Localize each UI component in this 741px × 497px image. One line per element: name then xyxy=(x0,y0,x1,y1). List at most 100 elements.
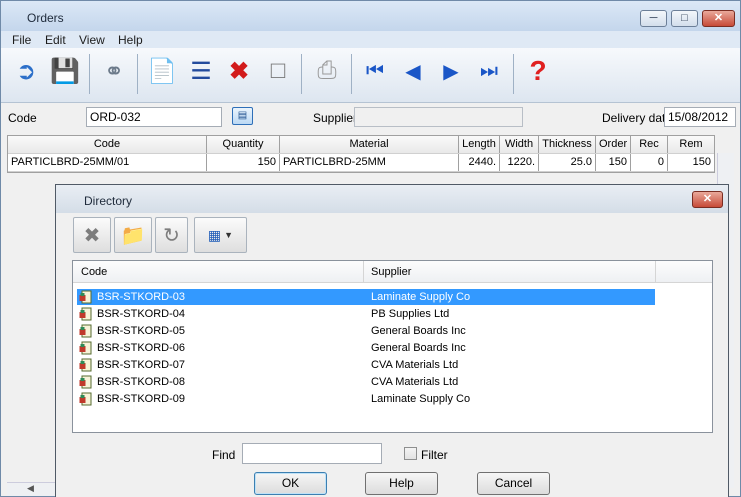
cancel-button[interactable]: Cancel xyxy=(477,472,550,495)
cell-material[interactable]: PARTICLBRD-25MM xyxy=(280,154,459,171)
stock-order-icon xyxy=(79,290,93,304)
cell-length[interactable]: 2440. xyxy=(459,154,500,171)
grid-view-icon: ▦ xyxy=(207,226,222,243)
title-bar: Orders ─ □ ✕ xyxy=(1,1,740,31)
ok-button[interactable]: OK xyxy=(254,472,327,495)
first-icon[interactable]: ⏮ xyxy=(359,54,391,88)
delivery-date-field[interactable]: 15/08/2012 xyxy=(664,107,736,127)
item-code: BSR-STKORD-08 xyxy=(97,376,186,388)
list-item[interactable]: BSR-STKORD-09 Laminate Supply Co xyxy=(77,391,655,407)
grid-header: Code Quantity Material Length Width Thic… xyxy=(8,136,714,154)
directory-list: Code Supplier BSR-STKORD-03 Laminate Supp… xyxy=(72,260,713,433)
find-label: Find xyxy=(212,448,236,462)
list-item[interactable]: BSR-STKORD-04 PB Supplies Ltd xyxy=(77,306,655,322)
previous-icon[interactable]: ◀ xyxy=(397,54,429,88)
column-header-thickness[interactable]: Thickness xyxy=(539,136,596,153)
find-input[interactable] xyxy=(242,443,382,464)
toolbar-separator xyxy=(513,54,514,94)
supplier-field[interactable] xyxy=(354,107,523,127)
menu-view[interactable]: View xyxy=(79,33,105,47)
list-column-supplier[interactable]: Supplier xyxy=(371,266,411,278)
item-supplier: Laminate Supply Co xyxy=(371,393,471,405)
order-lines-grid: Code Quantity Material Length Width Thic… xyxy=(7,135,715,173)
print-icon[interactable]: ⎙ xyxy=(311,54,343,88)
help-button[interactable]: Help xyxy=(365,472,438,495)
exit-icon[interactable]: ➲ xyxy=(10,54,42,88)
menu-help[interactable]: Help xyxy=(118,33,143,47)
cell-code[interactable]: PARTICLBRD-25MM/01 xyxy=(8,154,207,171)
cell-thickness[interactable]: 25.0 xyxy=(539,154,596,171)
save-icon[interactable]: 💾 xyxy=(49,54,81,88)
stock-order-icon xyxy=(79,341,93,355)
last-icon[interactable]: ⏭ xyxy=(473,54,505,88)
list-item[interactable]: BSR-STKORD-07 CVA Materials Ltd xyxy=(77,357,655,373)
cell-order[interactable]: 150 xyxy=(596,154,631,171)
help-icon[interactable]: ? xyxy=(522,54,554,88)
toolbar-separator xyxy=(351,54,352,94)
cell-rem[interactable]: 150 xyxy=(668,154,714,171)
menu-edit[interactable]: Edit xyxy=(45,33,66,47)
stock-order-icon xyxy=(79,307,93,321)
toolbar-separator xyxy=(137,54,138,94)
chevron-down-icon: ▼ xyxy=(224,230,234,240)
next-icon[interactable]: ▶ xyxy=(435,54,467,88)
item-supplier: Laminate Supply Co xyxy=(371,291,471,303)
code-field[interactable]: ORD-032 xyxy=(86,107,222,127)
toolbar: ➲ 💾 ⚭ 📄 ☰ ✖ □ ⎙ ⏮ ◀ ▶ ⏭ ? xyxy=(1,48,740,103)
cell-width[interactable]: 1220. xyxy=(500,154,539,171)
view-options-button[interactable]: ▦ ▼ xyxy=(194,217,247,253)
delivery-date-label: Delivery date xyxy=(602,111,673,125)
list-column-code[interactable]: Code xyxy=(81,266,107,278)
cell-rec[interactable]: 0 xyxy=(631,154,668,171)
filter-checkbox[interactable] xyxy=(404,447,417,460)
list-item[interactable]: BSR-STKORD-03 Laminate Supply Co xyxy=(77,289,655,305)
stock-order-icon xyxy=(79,375,93,389)
stock-order-icon xyxy=(79,358,93,372)
scroll-left-icon[interactable]: ◀ xyxy=(27,483,34,494)
list-item[interactable]: BSR-STKORD-06 General Boards Inc xyxy=(77,340,655,356)
item-code: BSR-STKORD-09 xyxy=(97,393,186,405)
refresh-icon[interactable]: ↻ xyxy=(155,217,188,253)
maximize-button[interactable]: □ xyxy=(671,10,698,27)
directory-dialog: Directory ✕ ✖ 📁 ↻ ▦ ▼ Code Supplier BSR-S… xyxy=(55,184,729,497)
find-icon[interactable]: ⚭ xyxy=(98,54,130,88)
directory-lookup-button[interactable]: ▤ xyxy=(232,107,253,125)
open-folder-icon[interactable]: 📁 xyxy=(114,217,152,253)
column-header-length[interactable]: Length xyxy=(459,136,500,153)
dialog-close-button[interactable]: ✕ xyxy=(692,191,723,208)
item-code: BSR-STKORD-03 xyxy=(97,291,186,303)
table-row[interactable]: PARTICLBRD-25MM/01 150 PARTICLBRD-25MM 2… xyxy=(8,154,714,172)
column-header-code[interactable]: Code xyxy=(8,136,207,153)
stock-order-icon xyxy=(79,392,93,406)
filter-label: Filter xyxy=(421,448,448,462)
item-supplier: CVA Materials Ltd xyxy=(371,376,459,388)
copy-icon[interactable]: 📄 xyxy=(146,54,178,88)
grid-horizontal-scrollbar[interactable]: ◀ xyxy=(7,482,55,496)
column-header-rem[interactable]: Rem xyxy=(668,136,714,153)
column-header-order[interactable]: Order xyxy=(596,136,631,153)
column-header-quantity[interactable]: Quantity xyxy=(207,136,280,153)
delete-icon[interactable]: ✖ xyxy=(223,54,255,88)
item-supplier: PB Supplies Ltd xyxy=(371,308,450,320)
column-header-width[interactable]: Width xyxy=(500,136,539,153)
close-button[interactable]: ✕ xyxy=(702,10,735,27)
orders-window: Orders ─ □ ✕ File Edit View Help ➲ 💾 ⚭ 📄… xyxy=(0,0,741,497)
menu-file[interactable]: File xyxy=(12,33,31,47)
insert-line-icon[interactable]: ☰ xyxy=(185,54,217,88)
column-header-material[interactable]: Material xyxy=(280,136,459,153)
column-header-rec[interactable]: Rec xyxy=(631,136,668,153)
item-code: BSR-STKORD-05 xyxy=(97,325,186,337)
stock-order-icon xyxy=(79,324,93,338)
list-header: Code Supplier xyxy=(73,261,712,283)
minimize-button[interactable]: ─ xyxy=(640,10,667,27)
item-code: BSR-STKORD-06 xyxy=(97,342,186,354)
new-icon[interactable]: □ xyxy=(262,54,294,88)
list-item[interactable]: BSR-STKORD-08 CVA Materials Ltd xyxy=(77,374,655,390)
item-supplier: CVA Materials Ltd xyxy=(371,359,459,371)
dialog-title-bar: Directory ✕ xyxy=(56,185,728,213)
delete-entry-icon[interactable]: ✖ xyxy=(73,217,111,253)
dialog-title: Directory xyxy=(84,194,133,208)
list-item[interactable]: BSR-STKORD-05 General Boards Inc xyxy=(77,323,655,339)
cell-quantity[interactable]: 150 xyxy=(207,154,280,171)
item-code: BSR-STKORD-07 xyxy=(97,359,186,371)
